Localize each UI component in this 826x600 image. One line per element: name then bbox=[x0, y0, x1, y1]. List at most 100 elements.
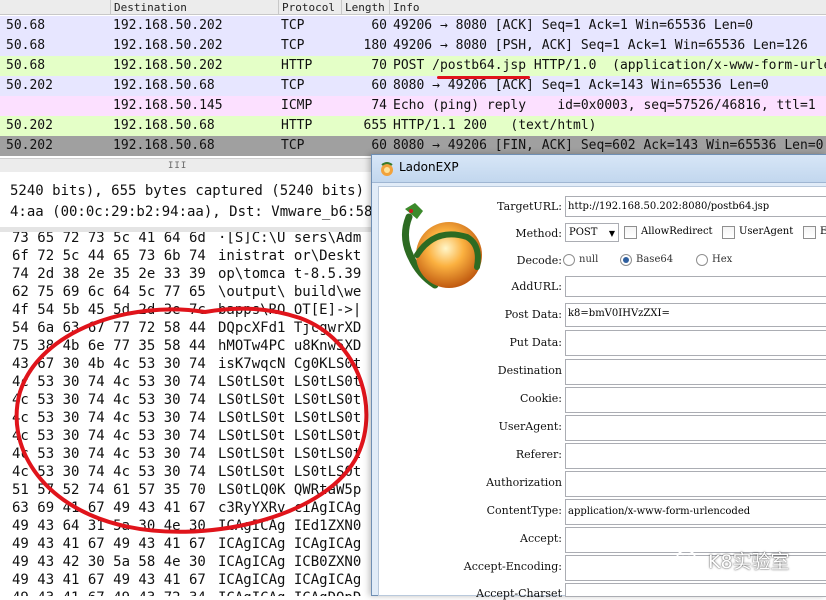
packet-info: 49206 → 8080 [PSH, ACK] Seq=1 Ack=1 Win=… bbox=[393, 38, 808, 53]
useragent-checkbox-label: UserAgent bbox=[739, 226, 794, 237]
targeturl-input[interactable]: http://192.168.50.202:8080/postb64.jsp bbox=[565, 196, 826, 217]
postdata-input[interactable]: k8=bmV0IHVzZXI= bbox=[565, 303, 826, 327]
packet-protocol: TCP bbox=[281, 18, 305, 33]
referer-input[interactable] bbox=[565, 443, 826, 469]
ascii-text: \output\ build\we bbox=[218, 284, 362, 300]
authorization-label: Authorization bbox=[486, 476, 562, 489]
hex-bytes: 54 6a 63 67 77 72 58 44 bbox=[12, 320, 206, 336]
packet-list-scrollbar[interactable]: III bbox=[0, 158, 375, 172]
packet-source: 50.68 bbox=[6, 38, 46, 53]
packet-protocol: ICMP bbox=[281, 98, 313, 113]
packet-length: 180 bbox=[363, 38, 387, 53]
packet-length: 74 bbox=[371, 98, 387, 113]
ascii-text: LS0tLS0t LS0tLS0t bbox=[218, 428, 362, 444]
wechat-icon bbox=[676, 549, 702, 570]
method-label: Method: bbox=[515, 227, 562, 240]
useragent-input[interactable] bbox=[565, 415, 826, 441]
packet-details: 5240 bits), 655 bytes captured (5240 bit… bbox=[0, 181, 375, 227]
hex-bytes: 4c 53 30 74 4c 53 30 74 bbox=[12, 392, 206, 408]
hex-bytes: 74 2d 38 2e 35 2e 33 39 bbox=[12, 266, 206, 282]
packet-info: 8080 → 49206 [ACK] Seq=1 Ack=143 Win=655… bbox=[393, 78, 769, 93]
detail-frame-line[interactable]: 5240 bits), 655 bytes captured (5240 bit… bbox=[10, 183, 375, 199]
scroll-grip[interactable]: III bbox=[168, 161, 187, 171]
hex-bytes: 49 43 41 67 49 43 41 67 bbox=[12, 572, 206, 588]
app-icon bbox=[381, 162, 393, 176]
window-titlebar[interactable]: LadonEXP bbox=[372, 155, 826, 183]
ladonexp-window: LadonEXP TargetURL: http://192.168.50.20… bbox=[371, 154, 826, 600]
col-length[interactable]: Length bbox=[341, 0, 391, 15]
detail-ethernet-line[interactable]: 4:aa (00:0c:29:b2:94:aa), Dst: Vmware_b6… bbox=[10, 204, 375, 220]
ascii-text: LS0tLS0t LS0tLS0t bbox=[218, 374, 362, 390]
addurl-input[interactable] bbox=[565, 276, 826, 297]
ascii-text: op\tomca t-8.5.39 bbox=[218, 266, 362, 282]
packet-destination: 192.168.50.68 bbox=[113, 78, 215, 93]
packet-list: Destination Protocol Length Info 50.68 19… bbox=[0, 0, 826, 160]
cookie-label: Cookie: bbox=[519, 392, 562, 405]
col-destination[interactable]: Destination bbox=[110, 0, 281, 15]
packet-length: 655 bbox=[363, 118, 387, 133]
dragon-orb-logo bbox=[402, 203, 482, 289]
packet-info: POST /postb64.jsp HTTP/1.0 (application/… bbox=[393, 58, 826, 73]
destination-label: Destination bbox=[497, 364, 562, 377]
decode-base64-radio[interactable] bbox=[620, 254, 632, 266]
packet-destination: 192.168.50.145 bbox=[113, 98, 223, 113]
packet-length: 70 bbox=[371, 58, 387, 73]
decode-hex-radio[interactable] bbox=[696, 254, 708, 266]
packet-row[interactable]: 50.202 192.168.50.68 TCP 60 8080 → 49206 [AC… bbox=[0, 76, 826, 96]
destination-input[interactable] bbox=[565, 359, 826, 385]
ascii-text: ICAgICAg IEd1ZXN0 bbox=[218, 518, 362, 534]
decode-null-radio[interactable] bbox=[563, 254, 575, 266]
hex-bytes: 49 43 42 30 5a 58 4e 30 bbox=[12, 554, 206, 570]
packet-row[interactable]: 192.168.50.145 ICMP 74 Echo (ping) reply id… bbox=[0, 96, 826, 116]
packet-row[interactable]: 50.68 192.168.50.202 TCP 180 49206 → 8080 [P… bbox=[0, 36, 826, 56]
hex-bytes: 4c 53 30 74 4c 53 30 74 bbox=[12, 410, 206, 426]
ascii-text: LS0tLS0t LS0tLS0t bbox=[218, 410, 362, 426]
accept-encoding-label: Accept-Encoding: bbox=[463, 560, 562, 573]
useragent-checkbox[interactable] bbox=[722, 226, 735, 239]
postdata-label: Post Data: bbox=[504, 308, 562, 321]
ascii-text: inistrat or\Deskt bbox=[218, 248, 362, 264]
authorization-input[interactable] bbox=[565, 471, 826, 497]
col-protocol[interactable]: Protocol bbox=[278, 0, 343, 15]
packet-info: 8080 → 49206 [FIN, ACK] Seq=602 Ack=143 … bbox=[393, 138, 824, 153]
packet-row[interactable]: 50.202 192.168.50.68 HTTP 655 HTTP/1.1 200 (… bbox=[0, 116, 826, 136]
useragent-label: UserAgent: bbox=[498, 420, 562, 433]
decode-null-label: null bbox=[579, 254, 599, 265]
packet-destination: 192.168.50.68 bbox=[113, 118, 215, 133]
chevron-down-icon: ▼ bbox=[608, 229, 615, 238]
method-value: POST bbox=[569, 227, 598, 238]
hex-bytes: 43 67 30 4b 4c 53 30 74 bbox=[12, 356, 206, 372]
contenttype-label: ContentType: bbox=[486, 504, 562, 517]
packet-destination: 192.168.50.202 bbox=[113, 18, 223, 33]
accept-charset-input[interactable] bbox=[565, 583, 826, 597]
packet-protocol: HTTP bbox=[281, 118, 313, 133]
packet-source: 50.202 bbox=[6, 138, 53, 153]
allowredirect-label: AllowRedirect bbox=[641, 226, 713, 237]
packet-protocol: TCP bbox=[281, 138, 305, 153]
hex-bytes: 49 43 41 67 49 43 41 67 bbox=[12, 536, 206, 552]
putdata-input[interactable] bbox=[565, 330, 826, 356]
ascii-text: LS0tLS0t LS0tLS0t bbox=[218, 392, 362, 408]
ascii-text: bapps\RO OT[E]->| bbox=[218, 302, 362, 318]
contenttype-input[interactable]: application/x-www-form-urlencoded bbox=[565, 499, 826, 525]
packet-destination: 192.168.50.68 bbox=[113, 138, 215, 153]
ascii-text: ICAgICAg ICAgICAg bbox=[218, 536, 362, 552]
packet-source: 50.202 bbox=[6, 78, 53, 93]
extra-checkbox[interactable] bbox=[803, 226, 816, 239]
packet-row[interactable]: 50.68 192.168.50.202 TCP 60 49206 → 8080 [AC… bbox=[0, 16, 826, 36]
ascii-text: LS0tLS0t LS0tLS0t bbox=[218, 464, 362, 480]
ascii-text: ICAgICAg ICAgDQpD bbox=[218, 589, 361, 596]
packet-length: 60 bbox=[371, 18, 387, 33]
col-info[interactable]: Info bbox=[389, 0, 826, 15]
method-select[interactable]: POST ▼ bbox=[565, 223, 619, 242]
hex-bytes: 49 43 41 67 49 43 72 34 bbox=[12, 589, 206, 596]
packet-source: 50.202 bbox=[6, 118, 53, 133]
packet-source: 50.68 bbox=[6, 18, 46, 33]
packet-list-header: Destination Protocol Length Info bbox=[0, 0, 826, 15]
cookie-input[interactable] bbox=[565, 387, 826, 413]
allowredirect-checkbox[interactable] bbox=[624, 226, 637, 239]
decode-base64-label: Base64 bbox=[636, 254, 674, 265]
ascii-text: ·[S]C:\U sers\Adm bbox=[218, 232, 362, 246]
packet-row[interactable]: 50.202 192.168.50.68 TCP 60 8080 → 49206 [FI… bbox=[0, 136, 826, 156]
packet-row[interactable]: 50.68 192.168.50.202 HTTP 70 POST /postb64.j… bbox=[0, 56, 826, 76]
